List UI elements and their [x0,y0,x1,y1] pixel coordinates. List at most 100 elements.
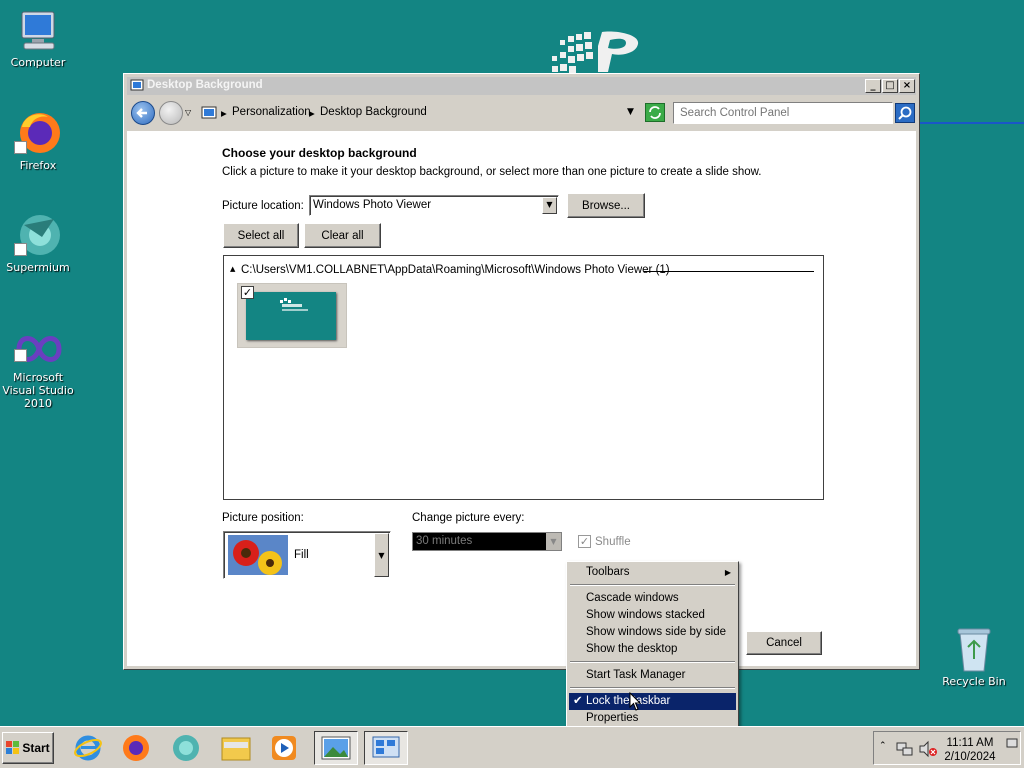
taskbar[interactable]: Start ⌃ 11:11 AM 2/10/2024 [0,726,1024,768]
flower-preview-icon [228,535,288,575]
firefox-icon [123,735,149,761]
desktop-icon-supermium[interactable]: Supermium [0,213,78,274]
picture-location-select[interactable]: Windows Photo Viewer ▼ [309,195,559,216]
search-field[interactable] [673,102,893,124]
navigation-bar: ▽ ▸ Personalization ▸ Desktop Background… [127,98,916,128]
picture-location-label: Picture location: [222,200,304,212]
photo-viewer-icon [321,736,351,760]
group-path-label: C:\Users\VM1.COLLABNET\AppData\Roaming\M… [241,264,670,276]
breadcrumb-desktop-background[interactable]: Desktop Background [320,106,427,118]
menu-item-lock-the-taskbar[interactable]: ✔ Lock the taskbar [569,693,736,710]
minimize-button[interactable]: _ [865,79,881,93]
picture-list[interactable]: ▲ C:\Users\VM1.COLLABNET\AppData\Roaming… [223,255,824,500]
windows-logo-icon [6,741,20,754]
address-bar[interactable]: ▸ Personalization ▸ Desktop Background ▼ [199,102,642,124]
maximize-button[interactable]: □ [882,79,898,93]
network-icon[interactable] [896,740,914,758]
menu-item-start-task-manager[interactable]: Start Task Manager [569,667,736,684]
thumbnail-checkbox[interactable]: ✓ [241,286,254,299]
taskbar-context-menu: Toolbars ▶ Cascade windows Show windows … [566,561,739,729]
title-bar[interactable]: Desktop Background _ □ × [127,77,916,95]
menu-separator [570,584,735,586]
system-tray: ⌃ 11:11 AM 2/10/2024 [873,731,1021,765]
chevron-down-icon[interactable]: ▼ [542,197,557,214]
breadcrumb-personalization[interactable]: Personalization [232,106,311,118]
menu-item-properties[interactable]: Properties [569,710,736,727]
close-button[interactable]: × [899,79,915,93]
show-hidden-icons-icon[interactable]: ⌃ [879,741,887,751]
search-icon [898,106,912,120]
page-description: Click a picture to make it your desktop … [222,166,762,178]
picture-position-label: Picture position: [222,512,304,524]
menu-item-show-windows-stacked[interactable]: Show windows stacked [569,607,736,624]
desktop-icon-firefox[interactable]: Firefox [0,111,78,172]
taskbar-internet-explorer[interactable] [66,731,110,765]
supermium-icon [173,735,199,761]
computer-icon [21,11,55,50]
page-title: Choose your desktop background [222,146,417,160]
taskbar-file-explorer[interactable] [214,731,258,765]
search-input[interactable] [674,103,892,123]
show-desktop-icon [1006,738,1018,748]
browse-button[interactable]: Browse... [567,193,645,218]
menu-item-cascade-windows[interactable]: Cascade windows [569,590,736,607]
recycle-bin-icon [957,628,991,672]
change-picture-label: Change picture every: [412,512,525,524]
taskbar-media-player[interactable] [262,731,306,765]
taskbar-supermium[interactable] [164,731,208,765]
menu-item-label: Toolbars [586,566,630,578]
wallpaper-thumbnail-image [246,292,336,340]
taskbar-control-panel[interactable] [364,731,408,765]
change-picture-value: 30 minutes [416,535,473,547]
desktop-background-window: Desktop Background _ □ × ▽ ▸ Personaliza… [123,73,920,670]
shuffle-checkbox: ✓ [578,535,591,548]
shortcut-arrow-icon [14,141,27,154]
mouse-cursor-icon [629,692,642,711]
refresh-button[interactable] [645,103,665,122]
select-all-button[interactable]: Select all [223,223,299,248]
desktop-icon-label: Firefox [19,159,57,172]
shortcut-arrow-icon [14,243,27,256]
cancel-button[interactable]: Cancel [746,631,822,655]
internet-explorer-icon [74,735,102,761]
chevron-down-icon[interactable]: ▼ [374,533,389,577]
history-dropdown[interactable]: ▽ [185,108,191,117]
desktop-icon-visual-studio[interactable]: Microsoft Visual Studio 2010 [0,329,78,410]
submenu-arrow-icon: ▶ [724,568,731,577]
volume-muted-icon[interactable] [918,740,938,758]
clear-all-button[interactable]: Clear all [304,223,381,248]
taskbar-firefox[interactable] [114,731,158,765]
taskbar-photo-viewer[interactable] [314,731,358,765]
picture-thumbnail[interactable]: ✓ [237,283,347,348]
wallpaper-logo [552,31,639,73]
picture-position-select[interactable]: Fill ▼ [223,531,391,579]
menu-item-show-windows-side-by-side[interactable]: Show windows side by side [569,624,736,641]
control-panel-icon [130,79,144,91]
refresh-icon [649,106,661,119]
collapse-group-icon[interactable]: ▲ [230,265,235,273]
menu-separator [570,661,735,663]
clock[interactable]: 11:11 AM 2/10/2024 [942,736,998,764]
picture-location-value: Windows Photo Viewer [313,199,432,211]
group-divider [644,271,814,272]
media-player-icon [272,736,296,760]
thumbnail-logo [280,298,308,311]
start-button[interactable]: Start [2,732,54,764]
control-panel-icon [372,736,400,758]
back-button[interactable] [131,101,155,125]
breadcrumb-separator[interactable]: ▸ [309,106,315,120]
address-dropdown-icon[interactable]: ▼ [627,107,634,117]
change-picture-select: 30 minutes ▼ [412,532,562,551]
shuffle-label: Shuffle [595,536,631,548]
desktop-icon-label: Supermium [6,261,70,274]
search-button[interactable] [895,103,915,123]
picture-position-value: Fill [294,549,309,561]
desktop-icon-computer[interactable]: Computer [0,10,78,69]
control-panel-icon [201,106,217,119]
desktop-icon-recycle-bin[interactable]: Recycle Bin [934,625,1014,688]
menu-item-toolbars[interactable]: Toolbars ▶ [569,564,736,581]
menu-item-show-the-desktop[interactable]: Show the desktop [569,641,736,658]
breadcrumb-separator[interactable]: ▸ [221,106,227,120]
forward-button[interactable] [159,101,183,125]
show-desktop-button[interactable] [1006,738,1018,758]
